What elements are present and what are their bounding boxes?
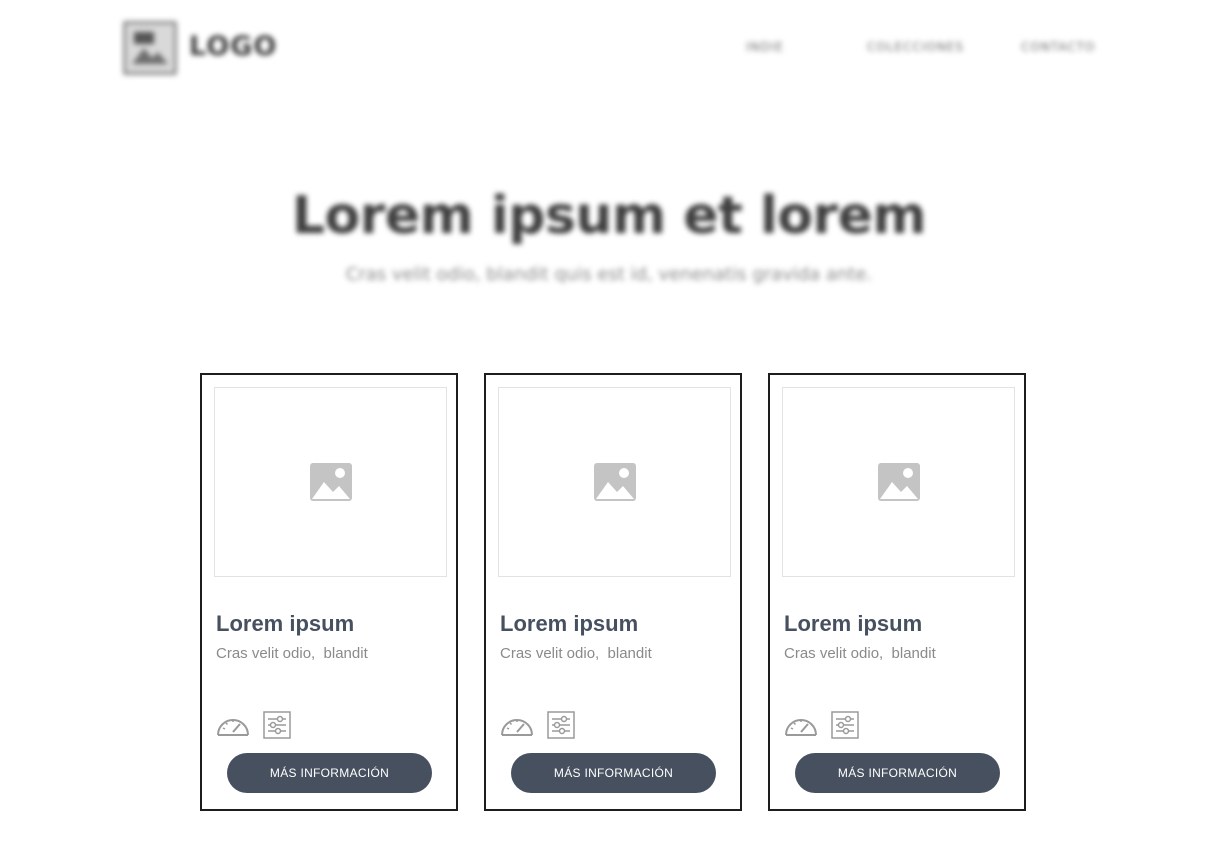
product-card: Lorem ipsum Cras velit odio, blandit MÁS… (768, 373, 1026, 811)
gauge-icon (217, 719, 249, 736)
nav-link-contacto[interactable]: CONTACTO (1021, 40, 1095, 54)
nav-link-indie[interactable]: INDIE (746, 40, 784, 54)
card-image-placeholder (498, 387, 731, 577)
logo-text[interactable]: LOGO (189, 31, 277, 62)
card-image-placeholder (782, 387, 1015, 577)
product-card: Lorem ipsum Cras velit odio, blandit MÁS… (200, 373, 458, 811)
logo-image[interactable] (123, 21, 177, 75)
product-card: Lorem ipsum Cras velit odio, blandit MÁS… (484, 373, 742, 811)
card-subtitle: Cras velit odio, blandit (500, 645, 652, 662)
more-info-button[interactable]: MÁS INFORMACIÓN (227, 753, 432, 793)
gauge-icon (785, 719, 817, 736)
card-subtitle: Cras velit odio, blandit (784, 645, 936, 662)
nav-link-colecciones[interactable]: COLECCIONES (867, 40, 964, 54)
image-placeholder-icon (128, 26, 172, 70)
card-subtitle: Cras velit odio, blandit (216, 645, 368, 662)
gauge-icon (501, 719, 533, 736)
more-info-button[interactable]: MÁS INFORMACIÓN (795, 753, 1000, 793)
card-title: Lorem ipsum (216, 611, 355, 636)
sliders-icon (263, 711, 291, 739)
sliders-icon (547, 711, 575, 739)
card-image-placeholder (214, 387, 447, 577)
hero-title: Lorem ipsum et lorem (291, 186, 927, 246)
more-info-button[interactable]: MÁS INFORMACIÓN (511, 753, 716, 793)
card-title: Lorem ipsum (500, 611, 639, 636)
card-title: Lorem ipsum (784, 611, 923, 636)
sliders-icon (831, 711, 859, 739)
hero-subtitle: Cras velit odio, blandit quis est id, ve… (345, 264, 873, 285)
image-icon (877, 463, 920, 501)
image-icon (309, 463, 352, 501)
image-icon (593, 463, 636, 501)
